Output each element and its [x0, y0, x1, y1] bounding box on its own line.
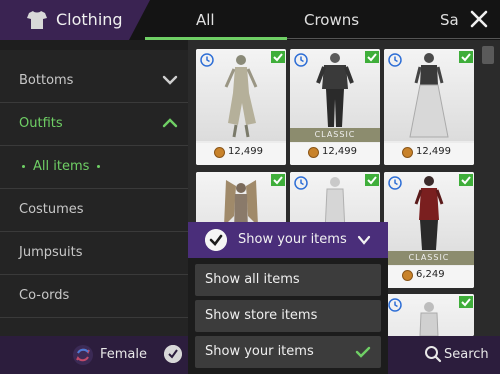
tab-all[interactable]: All [196, 11, 215, 29]
search-label[interactable]: Search [444, 347, 489, 362]
sidebar-item-label: All items [33, 159, 90, 174]
sidebar-item-label: Bottoms [19, 73, 74, 88]
price-row: 12,499 [384, 143, 474, 165]
owned-check-icon [459, 51, 473, 63]
gender-label[interactable]: Female [100, 347, 147, 362]
price-row: 12,499 [196, 143, 286, 165]
selected-check-icon [355, 346, 371, 358]
owned-check-icon [459, 174, 473, 186]
owned-check-icon [271, 51, 285, 63]
tab-sa[interactable]: Sa [440, 11, 459, 29]
dropdown-title[interactable]: Show your items [238, 232, 347, 247]
classic-badge: CLASSIC [290, 128, 380, 142]
clock-icon [294, 53, 308, 67]
coin-icon [308, 147, 319, 158]
chevron-down-icon [162, 75, 178, 85]
clock-icon [294, 176, 308, 190]
sidebar-subitem: All items [14, 159, 108, 174]
sidebar-item-label: Jumpsuits [19, 245, 83, 260]
owned-check-icon [271, 174, 285, 186]
option-label: Show all items [205, 272, 300, 287]
outfit-figure [224, 55, 258, 138]
classic-badge: CLASSIC [384, 251, 474, 265]
sidebar-item-all-items[interactable]: All items [0, 146, 188, 189]
item-price: 12,499 [416, 146, 451, 157]
chevron-down-icon[interactable] [357, 235, 371, 245]
owned-check-icon [459, 296, 473, 308]
tab-track [287, 38, 500, 39]
coin-icon [214, 147, 225, 158]
gender-swap-icon[interactable] [72, 344, 94, 366]
outfit-figure [409, 53, 449, 138]
sidebar-item-costumes[interactable]: Costumes [0, 189, 188, 232]
item-price: 12,499 [228, 146, 263, 157]
sidebar-item-bottoms[interactable]: Bottoms [0, 60, 188, 103]
bullet-dot [97, 165, 101, 168]
owned-check-icon [365, 51, 379, 63]
clock-icon [200, 53, 214, 67]
item-card[interactable] [384, 294, 474, 336]
option-label: Show your items [205, 344, 314, 359]
item-price: 6,249 [416, 269, 445, 280]
sidebar-item-label: Outfits [19, 116, 63, 131]
item-card[interactable]: CLASSIC 12,499 [290, 49, 380, 165]
item-price: 12,499 [322, 146, 357, 157]
sidebar-item-outfits[interactable]: Outfits [0, 103, 188, 146]
sidebar-item-co-ords[interactable]: Co-ords [0, 275, 188, 318]
sidebar-item-label: Co-ords [19, 288, 70, 303]
sidebar-item-label: Costumes [19, 202, 84, 217]
bullet-dot [22, 165, 25, 168]
dropdown-option-yours[interactable]: Show your items [195, 336, 381, 368]
sidebar-item-jumpsuits[interactable]: Jumpsuits [0, 232, 188, 275]
chevron-up-icon [162, 118, 178, 128]
scrollbar[interactable] [482, 46, 494, 64]
close-icon[interactable] [469, 9, 489, 29]
check-circle-icon [205, 229, 227, 251]
price-row: 6,249 [384, 266, 474, 288]
shirt-icon [27, 11, 47, 29]
coin-icon [402, 270, 413, 281]
outfit-figure [316, 53, 354, 127]
clock-icon [388, 176, 402, 190]
clock-icon [388, 53, 402, 67]
category-title: Clothing [56, 10, 123, 29]
dropdown-option-all[interactable]: Show all items [195, 264, 381, 296]
filter-check-icon[interactable] [164, 345, 182, 363]
item-card[interactable]: 12,499 [196, 49, 286, 165]
item-card[interactable]: 12,499 [384, 49, 474, 165]
sidebar-top-strip [0, 40, 188, 50]
owned-check-icon [365, 174, 379, 186]
clock-icon [388, 298, 402, 312]
option-label: Show store items [205, 308, 318, 323]
outfit-figure [414, 176, 444, 250]
tab-crowns[interactable]: Crowns [304, 11, 359, 29]
item-card[interactable]: CLASSIC 6,249 [384, 172, 474, 288]
dropdown-option-store[interactable]: Show store items [195, 300, 381, 332]
price-row: 12,499 [290, 143, 380, 165]
coin-icon [402, 147, 413, 158]
outfit-figure [419, 302, 439, 336]
search-icon[interactable] [424, 345, 442, 363]
